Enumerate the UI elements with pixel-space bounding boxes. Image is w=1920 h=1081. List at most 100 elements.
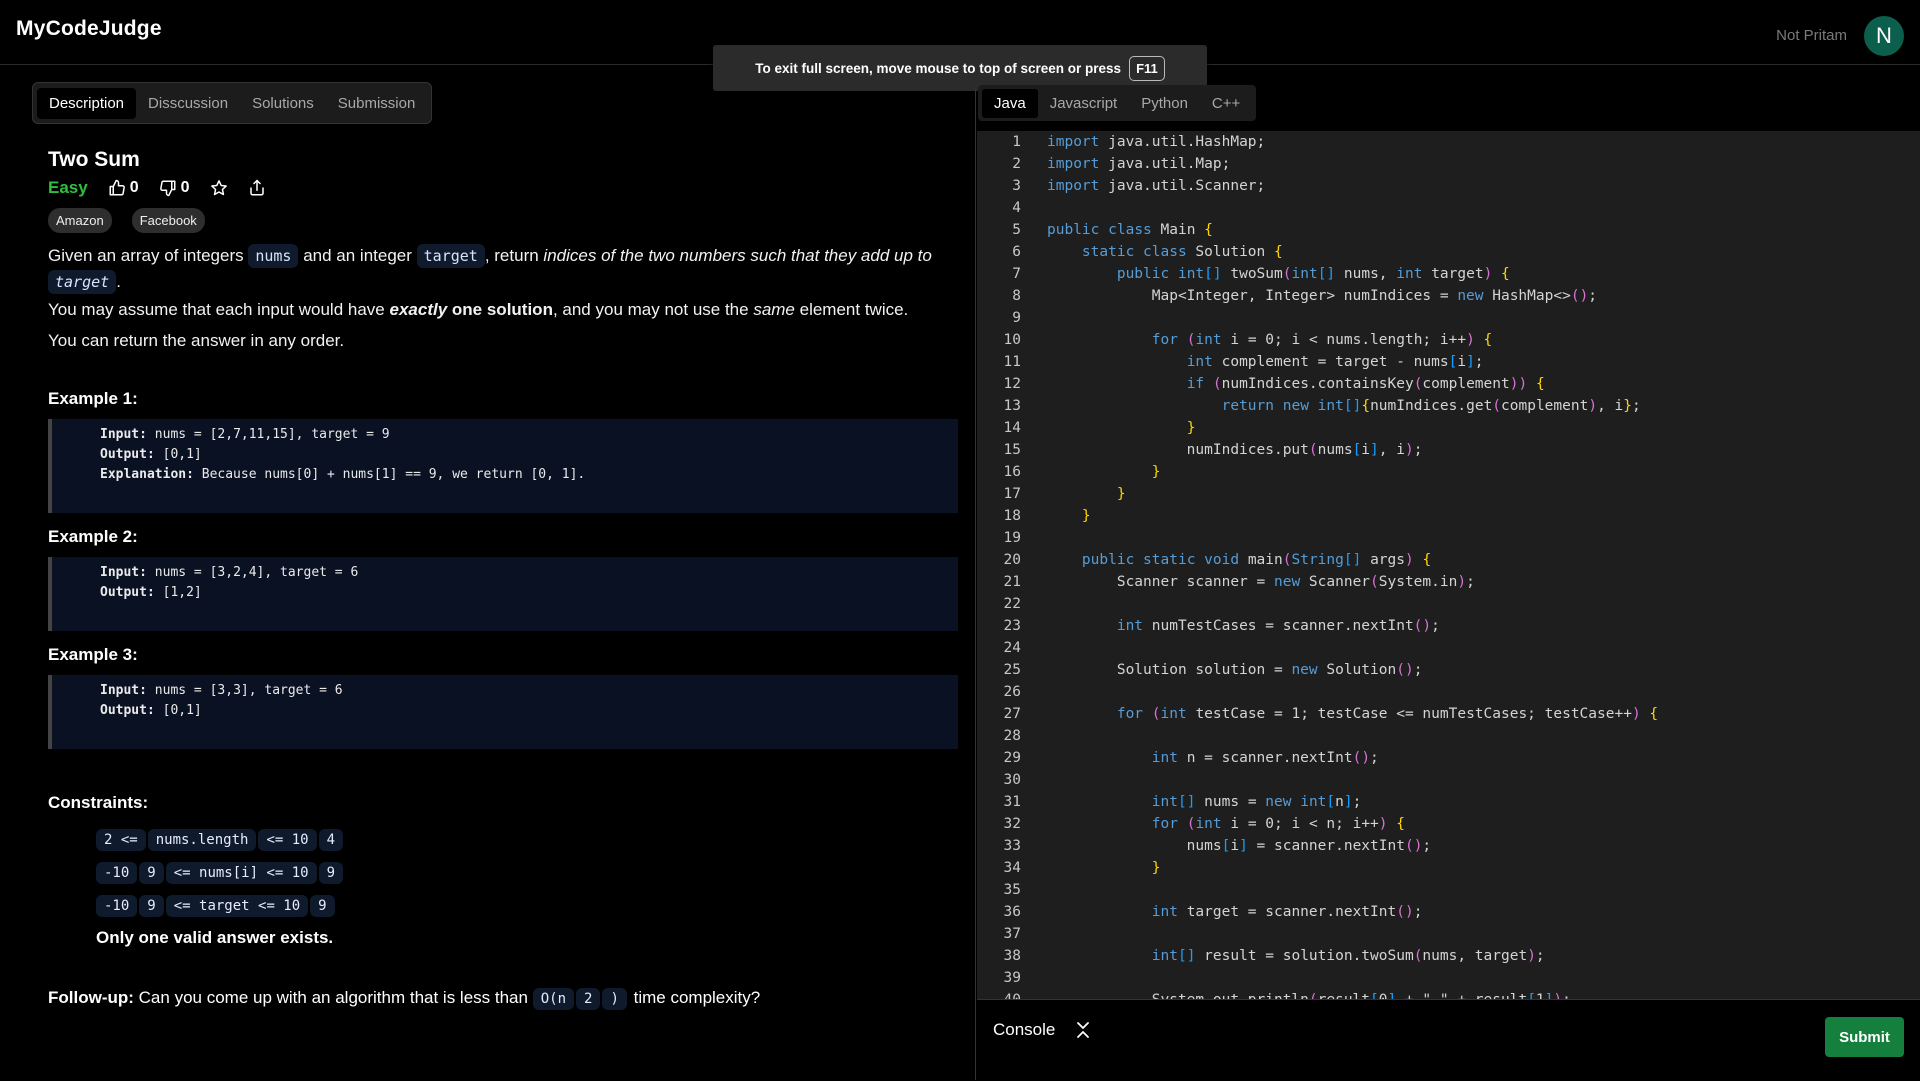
code-line[interactable]: } — [1047, 857, 1658, 879]
followup: Follow-up: Can you come up with an algor… — [48, 988, 958, 1010]
code-line[interactable]: int numTestCases = scanner.nextInt(); — [1047, 615, 1658, 637]
brand-logo[interactable]: MyCodeJudge — [16, 17, 162, 41]
tab-java[interactable]: Java — [982, 88, 1038, 118]
code-line[interactable]: System.out.println(result[0] + " " + res… — [1047, 989, 1658, 999]
line-number: 8 — [1012, 288, 1021, 304]
line-number: 15 — [1003, 442, 1021, 458]
tag-facebook[interactable]: Facebook — [131, 208, 205, 233]
user-name[interactable]: Not Pritam — [1776, 27, 1847, 44]
input-label: Input: — [100, 683, 147, 698]
code-line[interactable]: import java.util.HashMap; — [1047, 131, 1658, 153]
constraint-part: 2 <= — [96, 828, 146, 851]
line-number: 14 — [1003, 420, 1021, 436]
share-button[interactable] — [248, 179, 266, 197]
code-line[interactable]: } — [1047, 417, 1658, 439]
code-line[interactable]: import java.util.Scanner; — [1047, 175, 1658, 197]
line-number: 10 — [1003, 332, 1021, 348]
submit-button[interactable]: Submit — [1825, 1017, 1904, 1057]
tab-javascript[interactable]: Javascript — [1038, 89, 1130, 118]
dislike-button[interactable]: 0 — [159, 179, 190, 197]
tab-cpp[interactable]: C++ — [1200, 89, 1252, 118]
panel-divider[interactable] — [975, 88, 976, 1080]
constraint-part: 9 — [139, 861, 164, 884]
line-number: 19 — [1003, 530, 1021, 546]
code-line[interactable]: for (int i = 0; i < nums.length; i++) { — [1047, 329, 1658, 351]
code-line[interactable] — [1047, 637, 1658, 659]
constraint-part: 4 — [318, 828, 344, 851]
tab-python[interactable]: Python — [1129, 89, 1200, 118]
code-line[interactable] — [1047, 879, 1658, 901]
example-heading: Example 3: — [48, 645, 138, 664]
thumbs-down-icon — [159, 180, 176, 197]
code-line[interactable]: for (int testCase = 1; testCase <= numTe… — [1047, 703, 1658, 725]
code-line[interactable] — [1047, 197, 1658, 219]
example-heading: Example 2: — [48, 527, 138, 546]
line-number: 39 — [1003, 970, 1021, 986]
tab-description[interactable]: Description — [37, 87, 137, 119]
code-line[interactable]: Map<Integer, Integer> numIndices = new H… — [1047, 285, 1658, 307]
code-line[interactable]: } — [1047, 505, 1658, 527]
code-line[interactable]: nums[i] = scanner.nextInt(); — [1047, 835, 1658, 857]
line-number: 34 — [1003, 860, 1021, 876]
constraint-part: -10 — [96, 894, 138, 917]
code-line[interactable]: for (int i = 0; i < n; i++) { — [1047, 813, 1658, 835]
desc-emphasis: indices of the two numbers such that the… — [543, 246, 932, 265]
console-toggle[interactable]: Console — [993, 1020, 1091, 1040]
inline-code: target — [416, 244, 485, 268]
code-line[interactable] — [1047, 725, 1658, 747]
avatar[interactable]: N — [1864, 16, 1904, 56]
tab-submission[interactable]: Submission — [326, 88, 428, 119]
line-number: 29 — [1003, 750, 1021, 766]
description-paragraph-2: You may assume that each input would hav… — [48, 297, 958, 322]
code-line[interactable]: int target = scanner.nextInt(); — [1047, 901, 1658, 923]
code-line[interactable]: Solution solution = new Solution(); — [1047, 659, 1658, 681]
input-label: Input: — [100, 427, 147, 442]
like-count: 0 — [129, 179, 139, 196]
code-content[interactable]: import java.util.HashMap; import java.uti… — [1047, 131, 1658, 999]
description-paragraph-1: Given an array of integers nums and an i… — [48, 243, 958, 295]
constraint-part: <= 10 — [258, 828, 317, 851]
favorite-button[interactable] — [210, 179, 228, 197]
tab-discussion[interactable]: Disscussion — [136, 88, 240, 119]
code-line[interactable]: int n = scanner.nextInt(); — [1047, 747, 1658, 769]
code-line[interactable] — [1047, 593, 1658, 615]
code-editor[interactable]: 1 2 3 4 5 6 7 8 9 10 11 12 13 14 15 16 17 18 19 20 21 22 23 24 2… — [977, 131, 1920, 999]
code-line[interactable]: int complement = target - nums[i]; — [1047, 351, 1658, 373]
tab-solutions[interactable]: Solutions — [240, 88, 326, 119]
code-line[interactable]: numIndices.put(nums[i], i); — [1047, 439, 1658, 461]
line-number: 22 — [1003, 596, 1021, 612]
code-line[interactable] — [1047, 923, 1658, 945]
line-number: 37 — [1003, 926, 1021, 942]
code-line[interactable]: return new int[]{numIndices.get(compleme… — [1047, 395, 1658, 417]
code-line[interactable]: int[] nums = new int[n]; — [1047, 791, 1658, 813]
line-number: 7 — [1012, 266, 1021, 282]
line-number: 32 — [1003, 816, 1021, 832]
fullscreen-key: F11 — [1129, 55, 1165, 81]
code-line[interactable] — [1047, 681, 1658, 703]
followup-text: time complexity? — [633, 988, 761, 1007]
code-line[interactable]: Scanner scanner = new Scanner(System.in)… — [1047, 571, 1658, 593]
tag-amazon[interactable]: Amazon — [48, 208, 112, 233]
code-line[interactable]: if (numIndices.containsKey(complement)) … — [1047, 373, 1658, 395]
code-line[interactable] — [1047, 769, 1658, 791]
code-line[interactable]: } — [1047, 461, 1658, 483]
console-label: Console — [993, 1020, 1056, 1039]
code-line[interactable] — [1047, 527, 1658, 549]
code-line[interactable]: static class Solution { — [1047, 241, 1658, 263]
line-numbers: 1 2 3 4 5 6 7 8 9 10 11 12 13 14 15 16 17 18 19 20 21 22 23 24 2… — [977, 131, 1021, 999]
constraint-part: <= nums[i] <= 10 — [165, 861, 317, 884]
code-line[interactable] — [1047, 307, 1658, 329]
desc-text: Given an array of integers — [48, 246, 244, 265]
code-line[interactable]: public class Main { — [1047, 219, 1658, 241]
desc-text: , and you may not use the — [552, 300, 749, 319]
code-line[interactable]: int[] result = solution.twoSum(nums, tar… — [1047, 945, 1658, 967]
code-line[interactable] — [1047, 967, 1658, 989]
code-line[interactable]: public int[] twoSum(int[] nums, int targ… — [1047, 263, 1658, 285]
like-button[interactable]: 0 — [108, 179, 139, 197]
constraint-part: -10 — [96, 861, 138, 884]
code-line[interactable]: } — [1047, 483, 1658, 505]
code-line[interactable]: public static void main(String[] args) { — [1047, 549, 1658, 571]
line-number: 40 — [977, 989, 1021, 999]
code-line[interactable]: import java.util.Map; — [1047, 153, 1658, 175]
line-number: 21 — [1003, 574, 1021, 590]
